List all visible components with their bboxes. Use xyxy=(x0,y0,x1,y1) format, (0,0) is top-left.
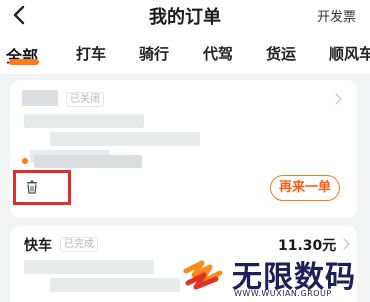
status-badge: 已关闭 xyxy=(66,92,104,107)
chevron-right-icon xyxy=(330,93,342,105)
top-bar: 我的订单 开发票 xyxy=(0,0,370,32)
invoice-button[interactable]: 开发票 xyxy=(317,6,356,25)
watermark-url: WWW.WUXIAN.GROUP xyxy=(234,289,332,298)
blurred-address xyxy=(50,278,180,292)
chevron-right-icon xyxy=(338,238,350,250)
watermark-logo-icon xyxy=(183,260,223,290)
blurred-service-name xyxy=(22,90,58,106)
tab-taxi[interactable]: 打车 xyxy=(76,43,106,64)
tab-freight[interactable]: 货运 xyxy=(266,43,296,64)
tab-bike[interactable]: 骑行 xyxy=(139,43,169,64)
reorder-button[interactable]: 再来一单 xyxy=(270,175,340,201)
delete-highlight-box xyxy=(13,170,71,205)
blurred-time xyxy=(24,114,144,128)
blurred-end-address xyxy=(34,155,142,168)
status-badge: 已完成 xyxy=(60,237,98,252)
blurred-start-address xyxy=(50,132,200,146)
destination-dot-icon xyxy=(22,158,28,164)
page-title: 我的订单 xyxy=(149,7,221,28)
category-tabs: 全部 打车 骑行 代驾 货运 顺风车 xyxy=(0,32,370,74)
active-tab-indicator xyxy=(9,59,39,65)
service-name: 快车 xyxy=(24,238,52,254)
tab-carpool[interactable]: 顺风车 xyxy=(329,43,370,64)
blurred-time xyxy=(24,260,154,274)
tab-designated-driver[interactable]: 代驾 xyxy=(203,43,233,64)
